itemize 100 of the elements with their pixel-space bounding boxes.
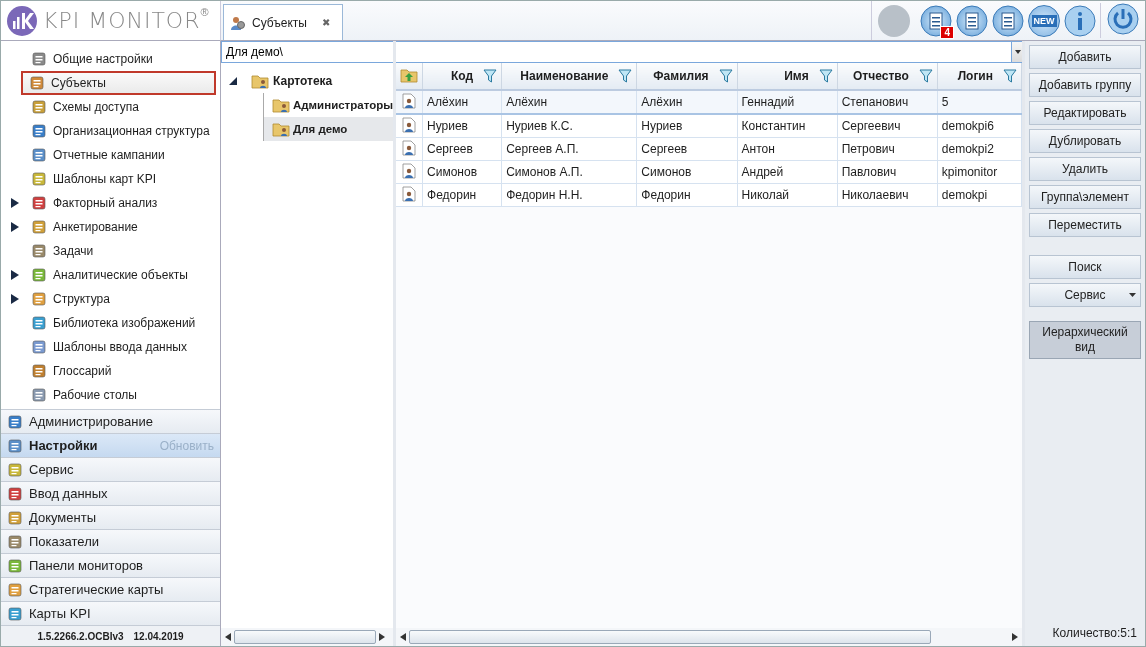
column-header[interactable]: Наименование — [501, 63, 637, 90]
table-cell: Симонов — [422, 160, 502, 184]
table-cell: Константин — [737, 114, 838, 138]
section-header[interactable]: Документы — [1, 505, 220, 529]
nav-label: Организационная структура — [53, 124, 210, 138]
nav-label: Схемы доступа — [53, 100, 139, 114]
logo-text: KPI MONITOR — [43, 8, 201, 33]
nav-label: Библиотека изображений — [53, 316, 196, 330]
table-cell: Антон — [737, 137, 838, 161]
table-cell: demokpi — [937, 183, 1022, 207]
new-button[interactable]: NEW — [1028, 4, 1060, 37]
table-cell: Сергеев — [422, 137, 502, 161]
section-header[interactable]: Стратегические карты — [1, 577, 220, 601]
table-cell: Николаевич — [837, 183, 938, 207]
nav-item[interactable]: Рабочие столы — [1, 383, 216, 407]
nav-item[interactable]: Шаблоны ввода данных — [1, 335, 216, 359]
section-label: Стратегические карты — [29, 582, 164, 597]
column-header[interactable]: Код — [422, 63, 502, 90]
section-header[interactable]: Администрирование — [1, 409, 220, 433]
column-header[interactable]: Логин — [937, 63, 1022, 90]
section-header[interactable]: Сервис — [1, 457, 220, 481]
close-icon[interactable]: ✖ — [322, 17, 330, 28]
table-cell: demokpi6 — [937, 114, 1022, 138]
section-label: Сервис — [29, 462, 74, 477]
table-cell: Петрович — [837, 137, 938, 161]
table-cell: Алёхин — [636, 90, 737, 114]
nav-item[interactable]: Шаблоны карт KPI — [1, 167, 216, 191]
action-button[interactable]: Дублировать — [1029, 129, 1141, 153]
nav-item[interactable]: Структура — [1, 287, 216, 311]
section-header[interactable]: Ввод данных — [1, 481, 220, 505]
action-button[interactable]: Добавить группу — [1029, 73, 1141, 97]
table-cell: 5 — [937, 90, 1022, 114]
table-cell: Федорин — [422, 183, 502, 207]
action-button[interactable]: Переместить — [1029, 213, 1141, 237]
nav-item[interactable]: Общие настройки — [1, 47, 216, 71]
nav-label: Отчетные кампании — [53, 148, 165, 162]
nav-label: Рабочие столы — [53, 388, 137, 402]
nav-label: Шаблоны карт KPI — [53, 172, 157, 186]
count-text: Количество:5:1 — [1051, 626, 1138, 642]
action-button[interactable]: Удалить — [1029, 157, 1141, 181]
nav-label: Субъекты — [51, 76, 106, 90]
section-label: Документы — [29, 510, 96, 525]
section-label: Карты KPI — [29, 606, 91, 621]
section-header[interactable]: Настройки Обновить — [1, 433, 220, 457]
path-field[interactable]: Для демо\ — [221, 41, 1011, 63]
section-label: Настройки — [29, 438, 98, 453]
section-label: Администрирование — [29, 414, 153, 429]
nav-label: Факторный анализ — [53, 196, 158, 210]
nav-item[interactable]: Библиотека изображений — [1, 311, 216, 335]
table-cell: Сергеев А.П. — [501, 137, 637, 161]
column-header[interactable]: Имя — [737, 63, 838, 90]
section-label: Ввод данных — [29, 486, 108, 501]
tree-label: Администраторы — [293, 99, 393, 111]
nav-label: Шаблоны ввода данных — [53, 340, 187, 354]
table-cell: Федорин — [636, 183, 737, 207]
nav-item[interactable]: Аналитические объекты — [1, 263, 216, 287]
nav-item[interactable]: Схемы доступа — [1, 95, 216, 119]
section-header[interactable]: Панели мониторов — [1, 553, 220, 577]
table-cell: Алёхин — [501, 90, 637, 114]
table-cell: Сергеев — [636, 137, 737, 161]
tab-label: Субъекты — [252, 15, 307, 30]
tree-node[interactable]: Администраторы — [264, 93, 393, 117]
column-header[interactable]: Фамилия — [636, 63, 737, 90]
nav-item[interactable]: Анкетирование — [1, 215, 216, 239]
column-header[interactable]: Отчество — [837, 63, 938, 90]
tree-node[interactable]: Картотека — [229, 69, 393, 93]
toggle-button[interactable]: Иерархический вид — [1029, 321, 1141, 359]
nav-label: Аналитические объекты — [53, 268, 188, 282]
table-cell: Нуриев К.С. — [501, 114, 637, 138]
table-cell: Симонов А.П. — [501, 160, 637, 184]
nav-item[interactable]: Субъекты — [21, 71, 216, 95]
tree-node[interactable]: Для демо — [264, 117, 393, 141]
tree-label: Картотека — [273, 74, 333, 88]
action-button[interactable]: Поиск — [1029, 255, 1141, 279]
nav-label: Общие настройки — [53, 52, 153, 66]
nav-item[interactable]: Факторный анализ — [1, 191, 216, 215]
nav-label: Задачи — [53, 244, 94, 258]
registered-mark: ® — [200, 6, 209, 18]
nav-label: Глоссарий — [53, 364, 112, 378]
table-cell: Сергеевич — [837, 114, 938, 138]
tree-label: Для демо — [293, 123, 348, 135]
tab[interactable]: Субъекты ✖ — [223, 4, 343, 40]
date-text: 12.04.2019 — [133, 630, 184, 642]
nav-item[interactable]: Организационная структура — [1, 119, 216, 143]
section-header[interactable]: Показатели — [1, 529, 220, 553]
dropdown-button[interactable]: Сервис — [1029, 283, 1141, 307]
nav-item[interactable]: Отчетные кампании — [1, 143, 216, 167]
action-button[interactable]: Группа\элемент — [1029, 185, 1141, 209]
section-label: Показатели — [29, 534, 99, 549]
action-button[interactable]: Редактировать — [1029, 101, 1141, 125]
nav-item[interactable]: Глоссарий — [1, 359, 216, 383]
action-button[interactable]: Добавить — [1029, 45, 1141, 69]
section-header[interactable]: Карты KPI — [1, 601, 220, 625]
nav-item[interactable]: Задачи — [1, 239, 216, 263]
nav-label: Анкетирование — [53, 220, 138, 234]
version-text: 1.5.2266.2.OCBIv3 — [37, 630, 124, 642]
table-cell: Андрей — [737, 160, 838, 184]
table-cell: Степанович — [837, 90, 938, 114]
table-cell: Федорин Н.Н. — [501, 183, 637, 207]
table-cell: kpimonitor — [937, 160, 1022, 184]
